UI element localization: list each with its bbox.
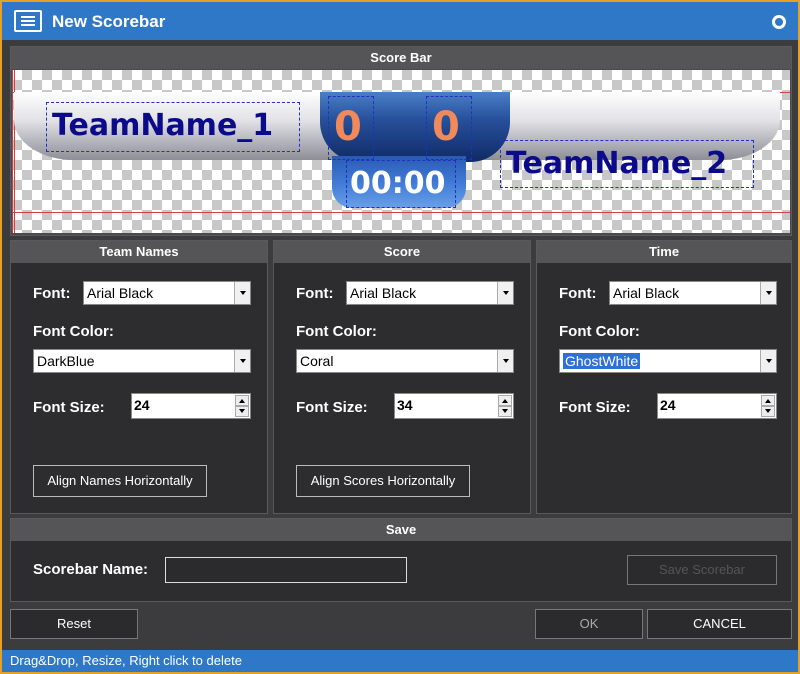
cancel-button[interactable]: CANCEL [647, 609, 792, 639]
chevron-down-icon[interactable] [760, 282, 776, 304]
time-font-label: Font: [559, 285, 597, 302]
time-header: Time [537, 241, 791, 263]
save-panel: Save Scorebar Name: Save Scorebar [10, 518, 792, 602]
title-bar[interactable]: New Scorebar [2, 2, 798, 40]
score-color-label: Font Color: [296, 323, 377, 340]
align-scores-button[interactable]: Align Scores Horizontally [296, 465, 470, 497]
save-header: Save [11, 519, 791, 541]
score2-value[interactable]: 0 [432, 104, 460, 150]
team-names-color-label: Font Color: [33, 323, 114, 340]
score-bar-header: Score Bar [11, 47, 791, 69]
team1-name[interactable]: TeamName_1 [52, 108, 273, 143]
score-panel: Score Font: Arial Black Font Color: Cora… [273, 240, 531, 514]
scorebar-window: New Scorebar Score Bar TeamName_1 0 0 00… [0, 0, 800, 674]
scorebar-name-input[interactable] [165, 557, 407, 583]
reset-button[interactable]: Reset [10, 609, 138, 639]
clock-value[interactable]: 00:00 [350, 166, 446, 201]
chevron-down-icon[interactable] [760, 350, 776, 372]
score-size-stepper[interactable]: 34 [394, 393, 514, 419]
spin-down-icon[interactable] [761, 406, 775, 417]
time-size-stepper[interactable]: 24 [657, 393, 777, 419]
score-header: Score [274, 241, 530, 263]
chevron-down-icon[interactable] [234, 282, 250, 304]
time-font-select[interactable]: Arial Black [609, 281, 777, 305]
score1-value[interactable]: 0 [334, 104, 362, 150]
spin-down-icon[interactable] [498, 406, 512, 417]
spin-down-icon[interactable] [235, 406, 249, 417]
chevron-down-icon[interactable] [497, 282, 513, 304]
team-names-size-stepper[interactable]: 24 [131, 393, 251, 419]
time-panel: Time Font: Arial Black Font Color: Ghost… [536, 240, 792, 514]
team-names-font-label: Font: [33, 285, 71, 302]
team-names-font-select[interactable]: Arial Black [83, 281, 251, 305]
save-scorebar-button[interactable]: Save Scorebar [627, 555, 777, 585]
status-bar: Drag&Drop, Resize, Right click to delete [2, 650, 798, 672]
circle-icon[interactable] [772, 15, 786, 29]
team2-name[interactable]: TeamName_2 [506, 146, 727, 181]
list-window-icon [14, 10, 42, 32]
score-font-select[interactable]: Arial Black [346, 281, 514, 305]
chevron-down-icon[interactable] [234, 350, 250, 372]
time-color-select[interactable]: GhostWhite [559, 349, 777, 373]
align-names-button[interactable]: Align Names Horizontally [33, 465, 207, 497]
score-color-select[interactable]: Coral [296, 349, 514, 373]
spin-up-icon[interactable] [761, 395, 775, 406]
spin-up-icon[interactable] [235, 395, 249, 406]
team-names-panel: Team Names Font: Arial Black Font Color:… [10, 240, 268, 514]
team-names-size-label: Font Size: [33, 399, 105, 416]
score-bar-preview[interactable]: TeamName_1 0 0 00:00 TeamName_2 [12, 70, 790, 233]
spin-up-icon[interactable] [498, 395, 512, 406]
score-font-label: Font: [296, 285, 334, 302]
score-size-label: Font Size: [296, 399, 368, 416]
chevron-down-icon[interactable] [497, 350, 513, 372]
ok-button[interactable]: OK [535, 609, 643, 639]
window-title: New Scorebar [52, 12, 166, 31]
team-names-header: Team Names [11, 241, 267, 263]
scorebar-name-label: Scorebar Name: [33, 561, 149, 578]
time-size-label: Font Size: [559, 399, 631, 416]
team-names-color-select[interactable]: DarkBlue [33, 349, 251, 373]
time-color-label: Font Color: [559, 323, 640, 340]
